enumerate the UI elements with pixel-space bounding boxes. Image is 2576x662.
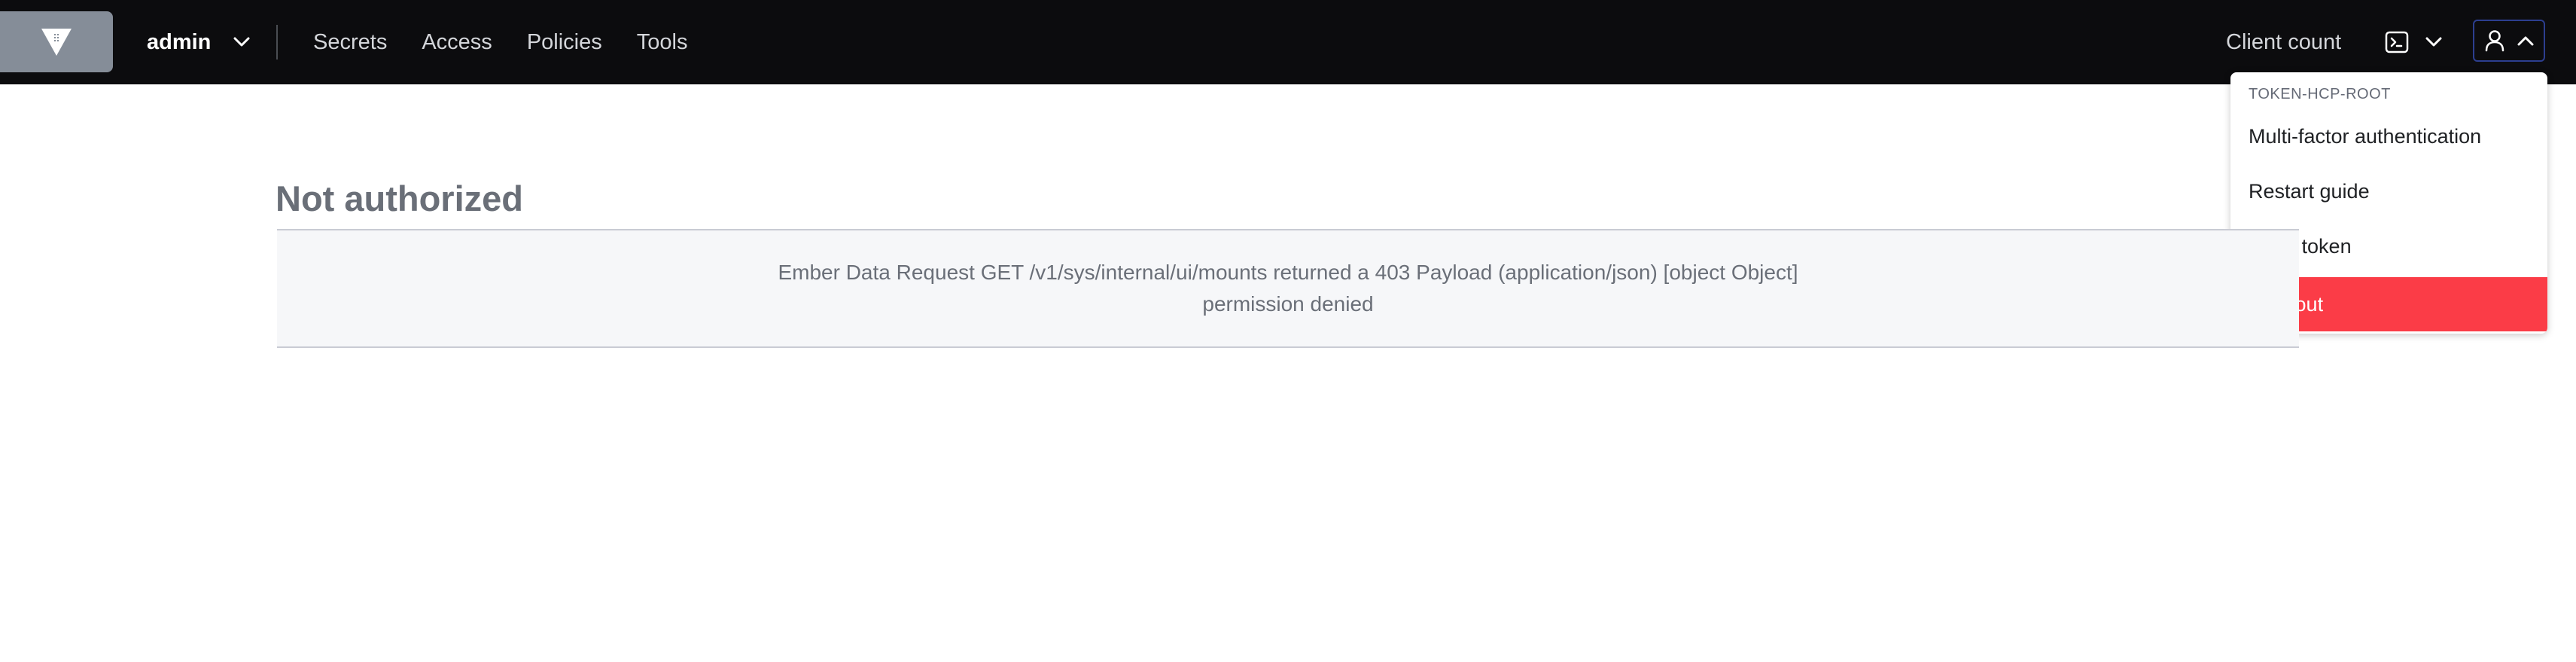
- home-logo-link[interactable]: [0, 11, 113, 72]
- console-toggle-button[interactable]: [2385, 27, 2442, 57]
- user-icon: [2485, 30, 2504, 52]
- nav-link-tools[interactable]: Tools: [637, 30, 688, 55]
- namespace-label: admin: [147, 29, 212, 54]
- mfa-menu-item[interactable]: Multi-factor authentication: [2249, 125, 2481, 148]
- restart-guide-menu-item[interactable]: Restart guide: [2249, 180, 2370, 203]
- nav-link-policies[interactable]: Policies: [527, 30, 602, 55]
- main-nav: Secrets Access Policies Tools: [313, 0, 722, 84]
- top-navigation-bar: admin Secrets Access Policies Tools Clie…: [0, 0, 2576, 84]
- chevron-down-icon: [233, 37, 250, 47]
- namespace-picker[interactable]: admin: [147, 0, 250, 84]
- chevron-down-icon: [2425, 37, 2442, 47]
- nav-link-access[interactable]: Access: [422, 30, 492, 55]
- error-message-box: Ember Data Request GET /v1/sys/internal/…: [277, 229, 2299, 348]
- token-name-label: TOKEN-HCP-ROOT: [2249, 86, 2391, 102]
- vault-logo-icon: [41, 28, 72, 56]
- nav-link-secrets[interactable]: Secrets: [313, 30, 387, 55]
- user-menu-button[interactable]: [2473, 20, 2545, 62]
- page-title: Not authorized: [276, 178, 523, 218]
- nav-divider: [276, 25, 278, 59]
- error-detail-line: permission denied: [1202, 292, 1374, 316]
- error-message-line: Ember Data Request GET /v1/sys/internal/…: [778, 261, 1798, 284]
- terminal-icon: [2385, 31, 2409, 53]
- chevron-up-icon: [2517, 36, 2534, 46]
